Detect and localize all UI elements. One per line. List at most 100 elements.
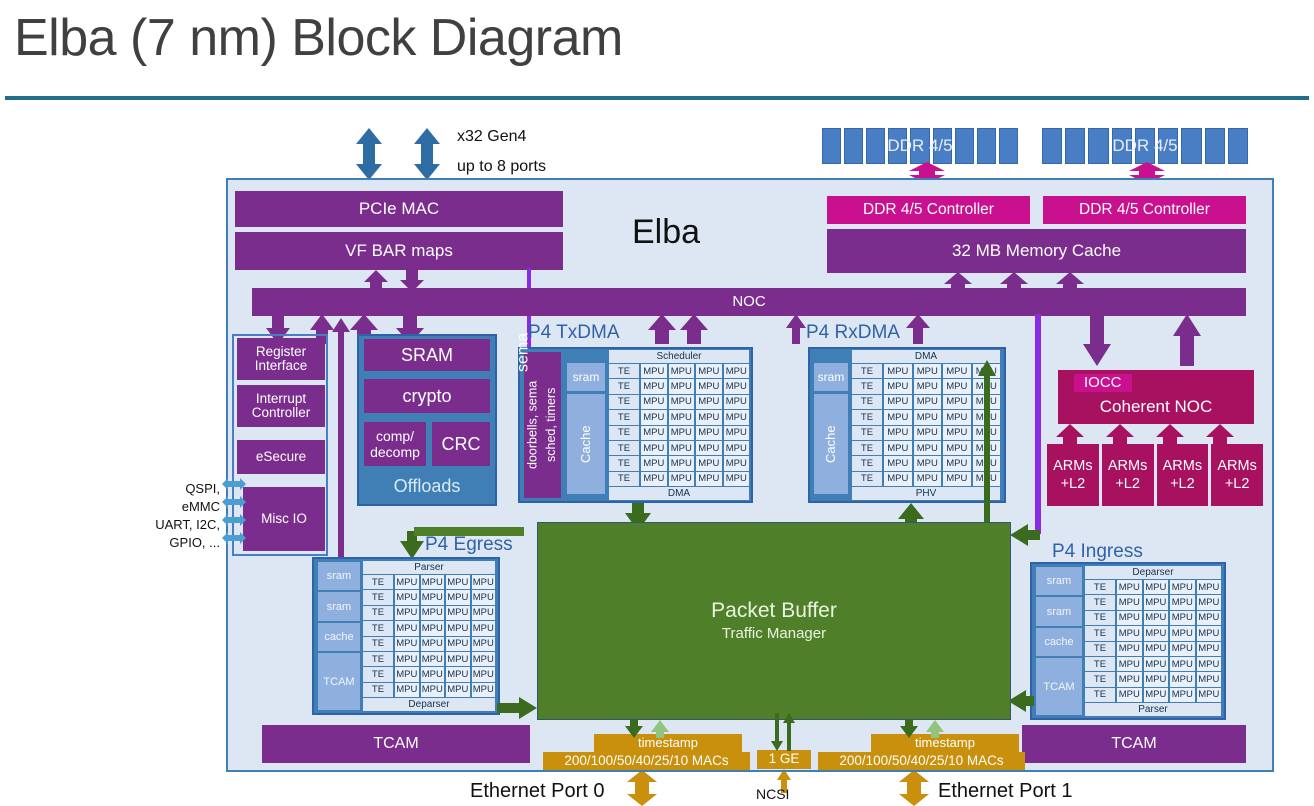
mpu-cell[interactable]: MPU (1143, 641, 1168, 656)
arm-cluster-block[interactable]: ARMs +L2 (1047, 444, 1099, 506)
interrupt-controller-block[interactable]: Interrupt Controller (237, 385, 325, 427)
memory-cell-cache[interactable]: cache (1036, 627, 1082, 657)
mpu-cell[interactable]: MPU (696, 440, 722, 456)
mpu-cell[interactable]: MPU (1170, 595, 1195, 610)
mpu-cell[interactable]: MPU (884, 394, 912, 410)
mpu-cell[interactable]: MPU (471, 575, 495, 590)
one-ge-block[interactable]: 1 GE (757, 750, 811, 769)
te-cell[interactable]: TE (1085, 580, 1115, 595)
mpu-cell[interactable]: MPU (943, 394, 971, 410)
mpu-cell[interactable]: MPU (446, 621, 470, 636)
mpu-cell[interactable]: MPU (1143, 580, 1168, 595)
mpu-cell[interactable]: MPU (420, 590, 444, 605)
mpu-cell[interactable]: MPU (884, 410, 912, 425)
mpu-cell[interactable]: MPU (446, 605, 470, 621)
packet-buffer-block[interactable]: Packet Buffer Traffic Manager (537, 522, 1011, 720)
mpu-cell[interactable]: MPU (668, 425, 694, 440)
te-cell[interactable]: TE (852, 410, 882, 425)
mpu-cell[interactable]: MPU (696, 394, 722, 410)
rxdma-sram-block[interactable]: sram (814, 363, 848, 391)
offloads-sram-block[interactable]: SRAM (364, 339, 490, 371)
mpu-cell[interactable]: MPU (723, 440, 749, 456)
te-cell[interactable]: TE (1085, 610, 1115, 626)
mpu-cell[interactable]: MPU (446, 667, 470, 682)
memory-cell-cache[interactable]: cache (318, 622, 360, 652)
timestamp-right-block[interactable]: timestamp (871, 734, 1019, 752)
mpu-cell[interactable]: MPU (446, 682, 470, 697)
mpu-cell[interactable]: MPU (1196, 595, 1221, 610)
mpu-cell[interactable]: MPU (641, 364, 667, 379)
te-cell[interactable]: TE (363, 605, 393, 621)
mpu-cell[interactable]: MPU (1196, 580, 1221, 595)
mpu-cell[interactable]: MPU (943, 456, 971, 471)
mpu-cell[interactable]: MPU (395, 590, 419, 605)
mpu-cell[interactable]: MPU (943, 364, 971, 379)
mpu-cell[interactable]: MPU (1117, 687, 1142, 702)
te-cell[interactable]: TE (363, 575, 393, 590)
mpu-cell[interactable]: MPU (696, 471, 722, 486)
te-cell[interactable]: TE (363, 682, 393, 697)
rxdma-cache-block[interactable]: Cache (814, 394, 848, 494)
mpu-cell[interactable]: MPU (884, 364, 912, 379)
mpu-cell[interactable]: MPU (395, 651, 419, 667)
coherent-noc-block[interactable]: IOCC Coherent NOC (1058, 370, 1254, 424)
te-cell[interactable]: TE (609, 379, 639, 394)
mpu-cell[interactable]: MPU (420, 651, 444, 667)
mpu-cell[interactable]: MPU (943, 410, 971, 425)
te-cell[interactable]: TE (852, 440, 882, 456)
mpu-cell[interactable]: MPU (641, 394, 667, 410)
mpu-cell[interactable]: MPU (446, 575, 470, 590)
memory-cell-sram[interactable]: sram (1036, 597, 1082, 626)
mpu-cell[interactable]: MPU (395, 682, 419, 697)
te-cell[interactable]: TE (363, 621, 393, 636)
te-cell[interactable]: TE (1085, 626, 1115, 641)
pcie-mac-block[interactable]: PCIe MAC (235, 191, 563, 227)
misc-io-block[interactable]: Misc IO (243, 487, 325, 551)
memory-cache-block[interactable]: 32 MB Memory Cache (827, 229, 1246, 273)
mpu-cell[interactable]: MPU (943, 425, 971, 440)
macs-left-block[interactable]: 200/100/50/40/25/10 MACs (543, 752, 750, 770)
te-cell[interactable]: TE (852, 425, 882, 440)
mpu-cell[interactable]: MPU (1143, 687, 1168, 702)
mpu-cell[interactable]: MPU (471, 636, 495, 651)
mpu-cell[interactable]: MPU (1196, 687, 1221, 702)
te-cell[interactable]: TE (1085, 672, 1115, 687)
mpu-cell[interactable]: MPU (943, 471, 971, 486)
mpu-cell[interactable]: MPU (913, 425, 941, 440)
mpu-cell[interactable]: MPU (1117, 580, 1142, 595)
mpu-cell[interactable]: MPU (696, 456, 722, 471)
mpu-cell[interactable]: MPU (471, 667, 495, 682)
mpu-cell[interactable]: MPU (420, 575, 444, 590)
mpu-cell[interactable]: MPU (641, 440, 667, 456)
memory-cell-sram[interactable]: sram (1036, 567, 1082, 596)
mpu-cell[interactable]: MPU (471, 590, 495, 605)
mpu-cell[interactable]: MPU (913, 440, 941, 456)
mpu-cell[interactable]: MPU (1196, 610, 1221, 626)
mpu-cell[interactable]: MPU (1170, 580, 1195, 595)
arm-cluster-block[interactable]: ARMs +L2 (1156, 444, 1209, 506)
te-cell[interactable]: TE (852, 456, 882, 471)
mpu-cell[interactable]: MPU (1117, 641, 1142, 656)
mpu-cell[interactable]: MPU (696, 364, 722, 379)
te-cell[interactable]: TE (609, 425, 639, 440)
arm-cluster-block[interactable]: ARMs +L2 (1211, 444, 1263, 506)
mpu-cell[interactable]: MPU (1196, 672, 1221, 687)
memory-cell-sram[interactable]: sram (318, 562, 360, 591)
mpu-cell[interactable]: MPU (668, 440, 694, 456)
tcam-right-block[interactable]: TCAM (1022, 725, 1246, 763)
mpu-cell[interactable]: MPU (723, 456, 749, 471)
mpu-cell[interactable]: MPU (446, 636, 470, 651)
mpu-cell[interactable]: MPU (395, 667, 419, 682)
mpu-cell[interactable]: MPU (1143, 672, 1168, 687)
mpu-cell[interactable]: MPU (723, 364, 749, 379)
offloads-crypto-block[interactable]: crypto (364, 379, 490, 413)
mpu-cell[interactable]: MPU (641, 410, 667, 425)
offloads-crc-block[interactable]: CRC (432, 422, 490, 466)
mpu-cell[interactable]: MPU (1143, 610, 1168, 626)
memory-cell-sram[interactable]: sram (318, 592, 360, 621)
mpu-cell[interactable]: MPU (884, 440, 912, 456)
memory-cell-tcam[interactable]: TCAM (1036, 658, 1082, 716)
mpu-cell[interactable]: MPU (446, 590, 470, 605)
mpu-cell[interactable]: MPU (420, 667, 444, 682)
te-cell[interactable]: TE (609, 410, 639, 425)
